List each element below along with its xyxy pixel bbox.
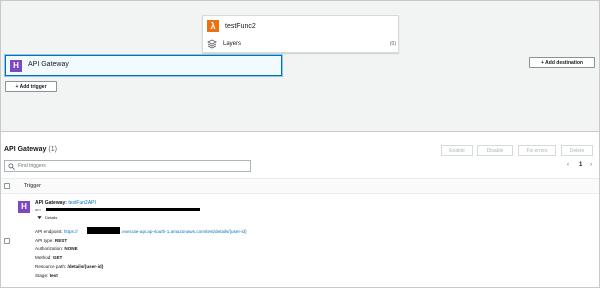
api-type-value: REST xyxy=(54,238,68,243)
layers-count: (0) xyxy=(389,41,396,47)
authorization: Authorization: NONE xyxy=(35,246,78,251)
trigger-card-label: API Gateway xyxy=(28,61,69,68)
add-trigger-button[interactable]: + Add trigger xyxy=(5,81,57,92)
function-name: testFunc2 xyxy=(225,22,256,30)
api-gateway-trigger-card[interactable]: H API Gateway xyxy=(5,55,282,76)
method-value: GET xyxy=(52,255,63,260)
authorization-label: Authorization: xyxy=(35,246,65,251)
add-destination-button[interactable]: + Add destination xyxy=(529,57,595,68)
api-gateway-icon: H xyxy=(18,201,30,213)
pager-prev-button[interactable]: ‹ xyxy=(567,162,569,168)
panel-title: API Gateway (1) xyxy=(4,146,57,153)
api-gateway-icon: H xyxy=(10,60,22,72)
search-icon xyxy=(8,162,15,170)
arn-label: arn xyxy=(35,207,41,212)
enable-button[interactable]: Enable xyxy=(441,145,473,156)
api-endpoint: API endpoint: https:// xyxy=(35,229,78,234)
resource-path-label: Resource path: xyxy=(35,264,68,269)
table-header xyxy=(1,178,599,194)
delete-button[interactable]: Delete xyxy=(561,145,593,156)
designer-area: λ testFunc2 Layers (0) H API Gateway + A… xyxy=(1,1,599,131)
row-checkbox[interactable] xyxy=(4,238,10,244)
fix-errors-button[interactable]: Fix errors xyxy=(518,145,556,156)
stage-value: test xyxy=(49,273,58,278)
api-endpoint-label: API endpoint: xyxy=(35,229,64,234)
layers-icon xyxy=(207,39,217,49)
method-label: Method: xyxy=(35,255,53,260)
resource-path: Resource path: /details/{user-id} xyxy=(35,264,103,269)
layers-row[interactable]: Layers (0) xyxy=(207,38,396,50)
panel-title-text: API Gateway xyxy=(4,146,47,153)
layers-label: Layers xyxy=(223,41,242,47)
select-all-checkbox[interactable] xyxy=(4,183,10,189)
redacted-arn xyxy=(46,208,200,211)
authorization-value: NONE xyxy=(64,246,78,251)
stage: Stage: test xyxy=(35,273,58,278)
api-type: API type: REST xyxy=(35,238,67,243)
api-name-link[interactable]: testFun2API xyxy=(68,200,96,206)
resource-path-value: /details/{user-id} xyxy=(67,264,104,269)
trigger-row-prefix: API Gateway: xyxy=(35,200,69,206)
pager-next-button[interactable]: › xyxy=(590,162,592,168)
divider xyxy=(1,131,599,132)
disable-button[interactable]: Disable xyxy=(477,145,513,156)
api-type-label: API type: xyxy=(35,238,55,243)
pager-page-number[interactable]: 1 xyxy=(579,162,582,168)
function-header: λ testFunc2 xyxy=(207,19,256,33)
panel-title-count: (1) xyxy=(48,146,57,153)
redacted-endpoint-id xyxy=(87,227,120,234)
trigger-row-title: API Gateway: testFun2API xyxy=(35,200,96,206)
function-card[interactable]: λ testFunc2 Layers (0) xyxy=(202,15,399,53)
api-endpoint-prefix[interactable]: https:// xyxy=(64,229,78,234)
details-label: Details xyxy=(45,215,58,220)
search-box[interactable] xyxy=(4,160,251,172)
api-endpoint-link[interactable]: .execute-api.ap-south-1.amazonaws.com/te… xyxy=(121,229,247,234)
stage-label: Stage: xyxy=(35,273,50,278)
caret-down-icon xyxy=(37,216,42,219)
details-toggle[interactable]: Details xyxy=(37,215,57,220)
column-header-trigger: Trigger xyxy=(24,183,41,189)
search-input[interactable] xyxy=(18,163,238,169)
method: Method: GET xyxy=(35,255,62,260)
lambda-icon: λ xyxy=(207,20,219,32)
